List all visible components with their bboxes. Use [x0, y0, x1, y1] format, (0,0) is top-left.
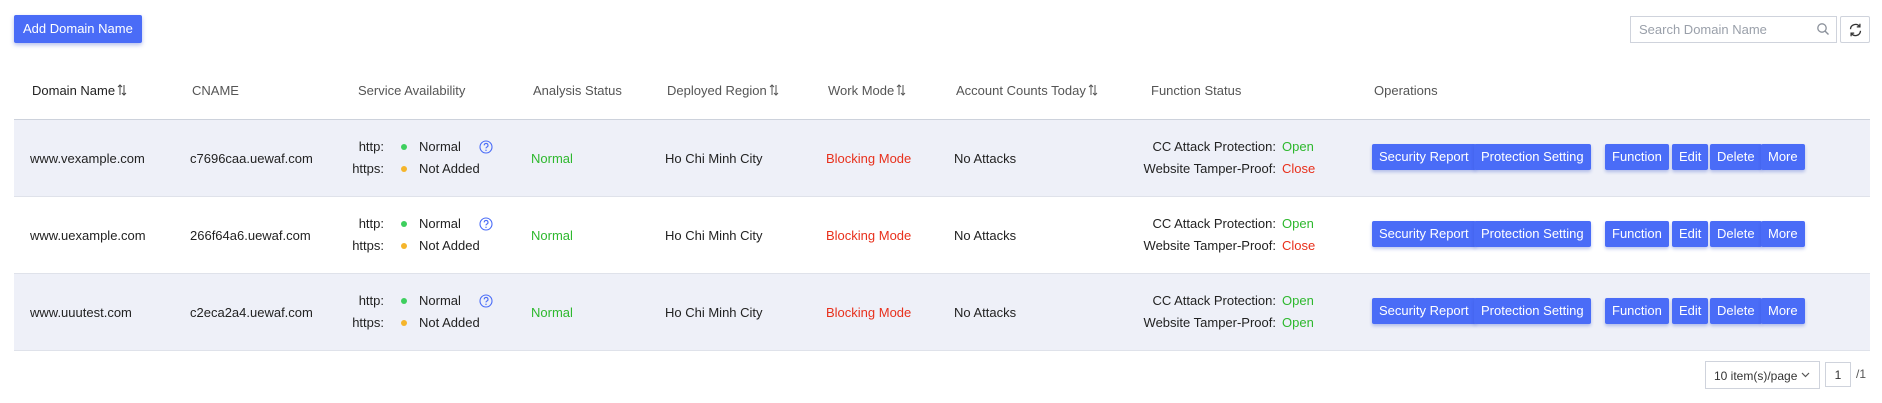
delete-button[interactable]: Delete: [1710, 221, 1762, 247]
deployed-region: Ho Chi Minh City: [665, 151, 763, 166]
work-mode: Blocking Mode: [826, 305, 912, 320]
status-dot: [401, 144, 407, 150]
edit-button[interactable]: Edit: [1672, 298, 1709, 324]
function-button[interactable]: Function: [1605, 298, 1669, 324]
cc-state: Open: [1282, 139, 1314, 154]
search-icon[interactable]: [1816, 22, 1830, 36]
status-dot: [401, 243, 407, 249]
search-input[interactable]: [1631, 17, 1811, 42]
http-status: http: Normal: [344, 291, 514, 311]
analysis-status: Normal: [531, 151, 573, 166]
work-mode: Blocking Mode: [826, 228, 912, 243]
security-report-button[interactable]: Security Report: [1372, 298, 1476, 324]
edit-button[interactable]: Edit: [1672, 221, 1709, 247]
status-dot: [401, 221, 407, 227]
domain-name: www.uexample.com: [30, 228, 146, 243]
domain-table: Domain Name CNAME Service Availability A…: [14, 60, 1870, 351]
https-status: https: Not Added: [352, 238, 480, 253]
pagination: 10 item(s)/page /1: [0, 360, 1882, 390]
chevron-down-icon: [1801, 372, 1810, 378]
work-mode: Blocking Mode: [826, 151, 912, 166]
more-button[interactable]: More: [1761, 298, 1805, 324]
https-status: https: Not Added: [352, 161, 480, 176]
help-icon[interactable]: [479, 140, 493, 154]
account-counts: No Attacks: [954, 228, 1017, 243]
status-dot: [401, 166, 407, 172]
protection-setting-button[interactable]: Protection Setting: [1474, 298, 1591, 324]
domain-name: www.vexample.com: [30, 151, 145, 166]
sort-icon[interactable]: [896, 84, 906, 96]
http-status: http: Normal: [344, 214, 514, 234]
analysis-status: Normal: [531, 305, 573, 320]
function-status: CC Attack Protection: Open Website Tampe…: [1124, 197, 1324, 274]
deployed-region: Ho Chi Minh City: [665, 305, 763, 320]
security-report-button[interactable]: Security Report: [1372, 144, 1476, 170]
account-counts: No Attacks: [954, 305, 1017, 320]
function-button[interactable]: Function: [1605, 144, 1669, 170]
search-box[interactable]: [1630, 16, 1837, 43]
column-deployed-region[interactable]: Deployed Region: [667, 60, 779, 120]
table-row: www.uexample.com 266f64a6.uewaf.com http…: [14, 197, 1870, 274]
sort-icon[interactable]: [769, 84, 779, 96]
analysis-status: Normal: [531, 228, 573, 243]
status-dot: [401, 298, 407, 304]
column-cname: CNAME: [192, 83, 239, 98]
add-domain-button[interactable]: Add Domain Name: [14, 15, 142, 43]
table-header: Domain Name CNAME Service Availability A…: [14, 60, 1870, 120]
domain-name: www.uuutest.com: [30, 305, 132, 320]
http-status: http: Normal: [344, 137, 514, 157]
tamper-state: Close: [1282, 238, 1316, 253]
cname-value: c2eca2a4.uewaf.com: [190, 305, 313, 320]
refresh-button[interactable]: [1840, 16, 1870, 43]
sort-icon[interactable]: [117, 84, 127, 96]
security-report-button[interactable]: Security Report: [1372, 221, 1476, 247]
table-row: www.uuutest.com c2eca2a4.uewaf.com http:…: [14, 274, 1870, 351]
column-service-availability: Service Availability: [358, 83, 466, 98]
column-work-mode[interactable]: Work Mode: [828, 60, 906, 120]
column-operations: Operations: [1374, 83, 1438, 98]
help-icon[interactable]: [479, 294, 493, 308]
function-status: CC Attack Protection: Open Website Tampe…: [1124, 120, 1324, 197]
service-availability: http: Normal https: Not Added: [344, 274, 514, 351]
column-domain-name[interactable]: Domain Name: [32, 60, 127, 120]
https-status: https: Not Added: [352, 315, 480, 330]
sort-icon[interactable]: [1088, 84, 1098, 96]
tamper-state: Close: [1282, 161, 1316, 176]
table-row: www.vexample.com c7696caa.uewaf.com http…: [14, 120, 1870, 197]
tamper-state: Open: [1282, 315, 1314, 330]
page-total: /1: [1856, 367, 1867, 381]
page-size-select[interactable]: 10 item(s)/page: [1705, 361, 1820, 389]
account-counts: No Attacks: [954, 151, 1017, 166]
refresh-icon: [1849, 23, 1862, 37]
function-status: CC Attack Protection: Open Website Tampe…: [1124, 274, 1324, 351]
delete-button[interactable]: Delete: [1710, 298, 1762, 324]
column-analysis-status: Analysis Status: [533, 83, 622, 98]
cc-state: Open: [1282, 216, 1314, 231]
page-number-input[interactable]: [1825, 362, 1851, 387]
edit-button[interactable]: Edit: [1672, 144, 1709, 170]
service-availability: http: Normal https: Not Added: [344, 197, 514, 274]
protection-setting-button[interactable]: Protection Setting: [1474, 221, 1591, 247]
status-dot: [401, 320, 407, 326]
service-availability: http: Normal https: Not Added: [344, 120, 514, 197]
toolbar: Add Domain Name: [0, 0, 1882, 60]
function-button[interactable]: Function: [1605, 221, 1669, 247]
cc-state: Open: [1282, 293, 1314, 308]
column-function-status: Function Status: [1151, 83, 1242, 98]
deployed-region: Ho Chi Minh City: [665, 228, 763, 243]
cname-value: 266f64a6.uewaf.com: [190, 228, 311, 243]
help-icon[interactable]: [479, 217, 493, 231]
protection-setting-button[interactable]: Protection Setting: [1474, 144, 1591, 170]
more-button[interactable]: More: [1761, 221, 1805, 247]
more-button[interactable]: More: [1761, 144, 1805, 170]
cname-value: c7696caa.uewaf.com: [190, 151, 313, 166]
delete-button[interactable]: Delete: [1710, 144, 1762, 170]
column-account-counts[interactable]: Account Counts Today: [956, 60, 1098, 120]
